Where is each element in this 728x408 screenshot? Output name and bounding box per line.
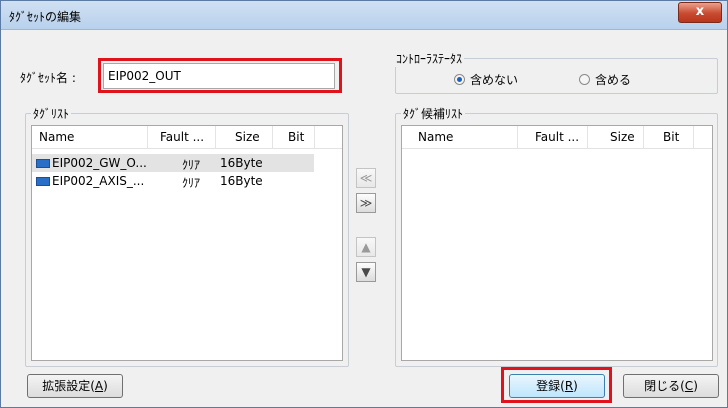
- title-bar[interactable]: ﾀｸﾞｾｯﾄの編集 x: [1, 1, 727, 30]
- tag-size: 16Byte: [220, 156, 263, 170]
- close-window-button[interactable]: x: [678, 2, 722, 23]
- tag-fault: ｸﾘｱ: [182, 158, 201, 172]
- tag-list-header: Name Fault ... Size Bit: [32, 126, 342, 149]
- candidate-list-header: Name Fault ... Size Bit: [402, 126, 712, 149]
- candidate-list-view[interactable]: Name Fault ... Size Bit: [401, 125, 713, 361]
- col-size[interactable]: Size: [610, 130, 635, 144]
- radio-exclude-label: 含めない: [470, 73, 519, 87]
- tag-name: EIP002_GW_O...: [52, 156, 147, 170]
- move-right-button[interactable]: ≫: [356, 193, 376, 213]
- tag-list-view[interactable]: Name Fault ... Size Bit EIP002_GW_O... ｸ…: [31, 125, 343, 361]
- extended-settings-tail: ): [103, 379, 108, 393]
- move-left-button[interactable]: ≪: [356, 168, 376, 188]
- col-fault[interactable]: Fault ...: [160, 130, 204, 144]
- radio-include-label: 含める: [595, 73, 632, 87]
- radio-exclude-indicator: [454, 74, 465, 85]
- close-tail: ): [693, 379, 698, 393]
- col-separator[interactable]: [693, 126, 694, 148]
- col-separator[interactable]: [147, 126, 148, 148]
- col-size[interactable]: Size: [235, 130, 260, 144]
- move-down-button[interactable]: ▼: [356, 262, 376, 282]
- radio-include-indicator: [579, 74, 590, 85]
- col-fault[interactable]: Fault ...: [535, 130, 579, 144]
- col-separator[interactable]: [517, 126, 518, 148]
- candidate-list-title: ﾀｸﾞ候補ﾘｽﾄ: [401, 105, 466, 122]
- col-separator[interactable]: [587, 126, 588, 148]
- col-separator[interactable]: [215, 126, 216, 148]
- register-highlight: [501, 367, 612, 403]
- tag-icon: [36, 177, 50, 186]
- close-button[interactable]: 閉じる(C): [623, 374, 719, 398]
- col-separator[interactable]: [643, 126, 644, 148]
- radio-exclude[interactable]: 含めない: [454, 71, 518, 88]
- tag-size: 16Byte: [220, 174, 263, 188]
- tagset-name-highlight: [98, 58, 342, 93]
- tag-list-row[interactable]: EIP002_GW_O... ｸﾘｱ 16Byte: [32, 154, 314, 172]
- radio-include[interactable]: 含める: [579, 71, 631, 88]
- col-name[interactable]: Name: [418, 130, 453, 144]
- tag-list-row[interactable]: EIP002_AXIS_... ｸﾘｱ 16Byte: [32, 172, 314, 190]
- tag-list-title: ﾀｸﾞﾘｽﾄ: [31, 105, 72, 122]
- close-key: C: [684, 379, 694, 393]
- controller-status-title: ｺﾝﾄﾛｰﾗｽﾃｰﾀｽ: [394, 50, 465, 67]
- col-bit[interactable]: Bit: [288, 130, 304, 144]
- extended-settings-key: A: [94, 379, 104, 393]
- tag-icon: [36, 159, 50, 168]
- tag-name: EIP002_AXIS_...: [52, 174, 145, 188]
- tagset-name-label: ﾀｸﾞｾｯﾄ名 :: [20, 71, 76, 85]
- tag-fault: ｸﾘｱ: [182, 176, 201, 190]
- col-bit[interactable]: Bit: [663, 130, 679, 144]
- close-text: 閉じる(: [644, 379, 685, 393]
- window-title: ﾀｸﾞｾｯﾄの編集: [9, 10, 82, 24]
- tagset-edit-dialog: ﾀｸﾞｾｯﾄの編集 x ﾀｸﾞｾｯﾄ名 : EIP002_OUT ｺﾝﾄﾛｰﾗｽ…: [0, 0, 728, 408]
- extended-settings-text: 拡張設定(: [42, 379, 95, 393]
- move-up-button[interactable]: ▲: [356, 237, 376, 257]
- col-name[interactable]: Name: [39, 130, 74, 144]
- extended-settings-button[interactable]: 拡張設定(A): [27, 374, 123, 398]
- col-separator[interactable]: [314, 126, 315, 148]
- col-separator[interactable]: [272, 126, 273, 148]
